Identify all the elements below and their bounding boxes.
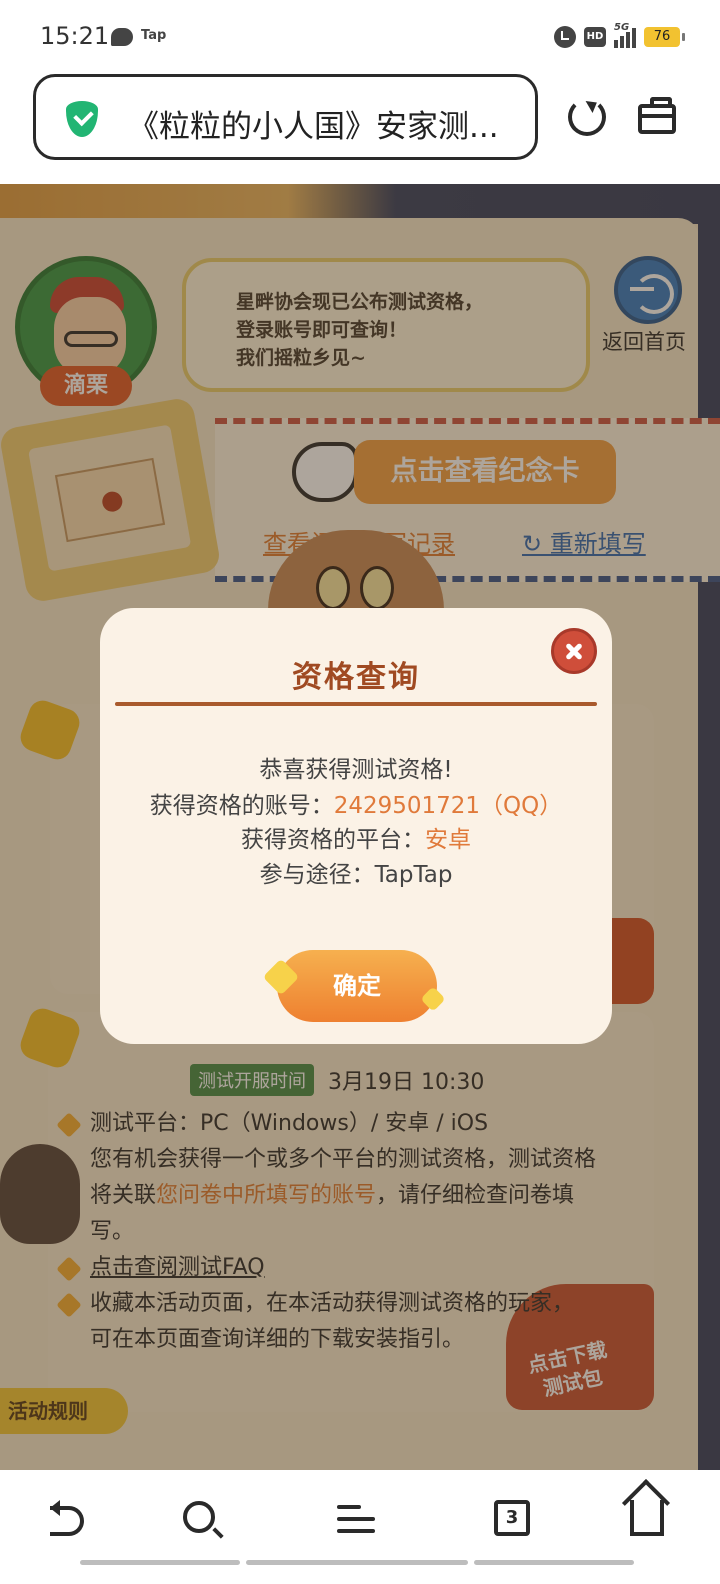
- menu-icon[interactable]: [337, 1503, 375, 1535]
- gesture-bar: [80, 1560, 240, 1565]
- alarm-icon: [554, 26, 576, 48]
- taptap-notification-icon: Tap: [141, 28, 167, 43]
- channel-value: TapTap: [374, 862, 453, 888]
- status-bar: 15:21 Tap HD 5G 76: [0, 0, 720, 72]
- gesture-bar: [474, 1560, 634, 1565]
- account-value: 2429501721（QQ）: [333, 793, 563, 819]
- hd-icon: HD: [584, 27, 606, 47]
- network-type: 5G: [614, 22, 630, 33]
- account-row: 获得资格的账号：2429501721（QQ）: [100, 786, 612, 820]
- channel-label: 参与途径：: [259, 862, 375, 888]
- account-label: 获得资格的账号：: [149, 793, 334, 819]
- toolbox-icon[interactable]: [638, 97, 676, 134]
- battery-icon: 76: [644, 27, 685, 47]
- home-icon[interactable]: [630, 1500, 664, 1536]
- platform-label: 获得资格的平台：: [241, 827, 425, 853]
- signal-icon: 5G: [614, 22, 636, 48]
- gesture-bar: [246, 1560, 468, 1565]
- confirm-button[interactable]: 确定: [277, 950, 437, 1022]
- dialog-divider: [115, 702, 597, 706]
- browser-bottom-nav: 3: [0, 1470, 720, 1584]
- status-time: 15:21: [40, 22, 110, 50]
- page-title-text: 《粒粒的小人国》安家测...: [128, 109, 499, 145]
- back-arrow-icon[interactable]: [50, 1500, 84, 1536]
- chat-notification-icon: [111, 28, 133, 46]
- status-icons: HD 5G 76: [554, 22, 685, 48]
- channel-row: 参与途径：TapTap: [100, 855, 612, 889]
- dialog-title: 资格查询: [292, 660, 420, 695]
- platform-value: 安卓: [425, 827, 471, 853]
- congrats-text: 恭喜获得测试资格!: [259, 757, 453, 783]
- search-icon[interactable]: [183, 1501, 215, 1533]
- platform-row: 获得资格的平台：安卓: [100, 820, 612, 854]
- refresh-icon[interactable]: [568, 98, 606, 136]
- tabs-count-icon[interactable]: 3: [494, 1500, 530, 1536]
- secure-shield-icon: [66, 101, 98, 137]
- address-bar[interactable]: 《粒粒的小人国》安家测...: [33, 74, 538, 160]
